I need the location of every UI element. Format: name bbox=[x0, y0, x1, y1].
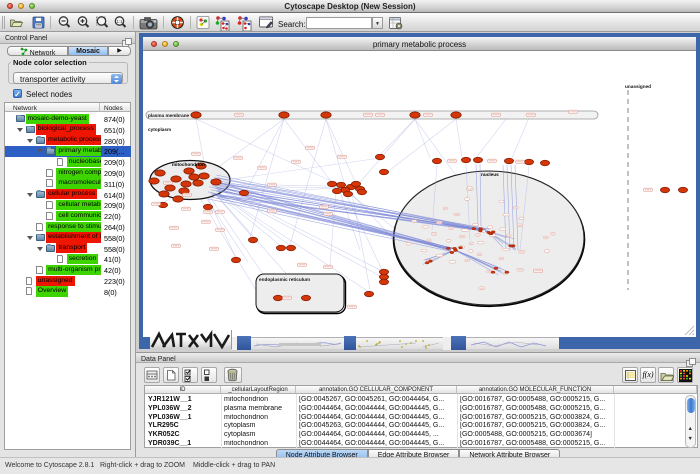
svg-text:plasma membrane: plasma membrane bbox=[148, 113, 190, 118]
svg-text:unassigned: unassigned bbox=[625, 84, 651, 89]
svg-text:nucleus: nucleus bbox=[481, 172, 499, 177]
svg-text:endoplasmic reticulum: endoplasmic reticulum bbox=[259, 277, 310, 282]
svg-text:cytoplasm: cytoplasm bbox=[148, 127, 171, 132]
svg-text:1:1: 1:1 bbox=[116, 19, 123, 24]
svg-text:mitochondrion: mitochondrion bbox=[172, 162, 205, 167]
